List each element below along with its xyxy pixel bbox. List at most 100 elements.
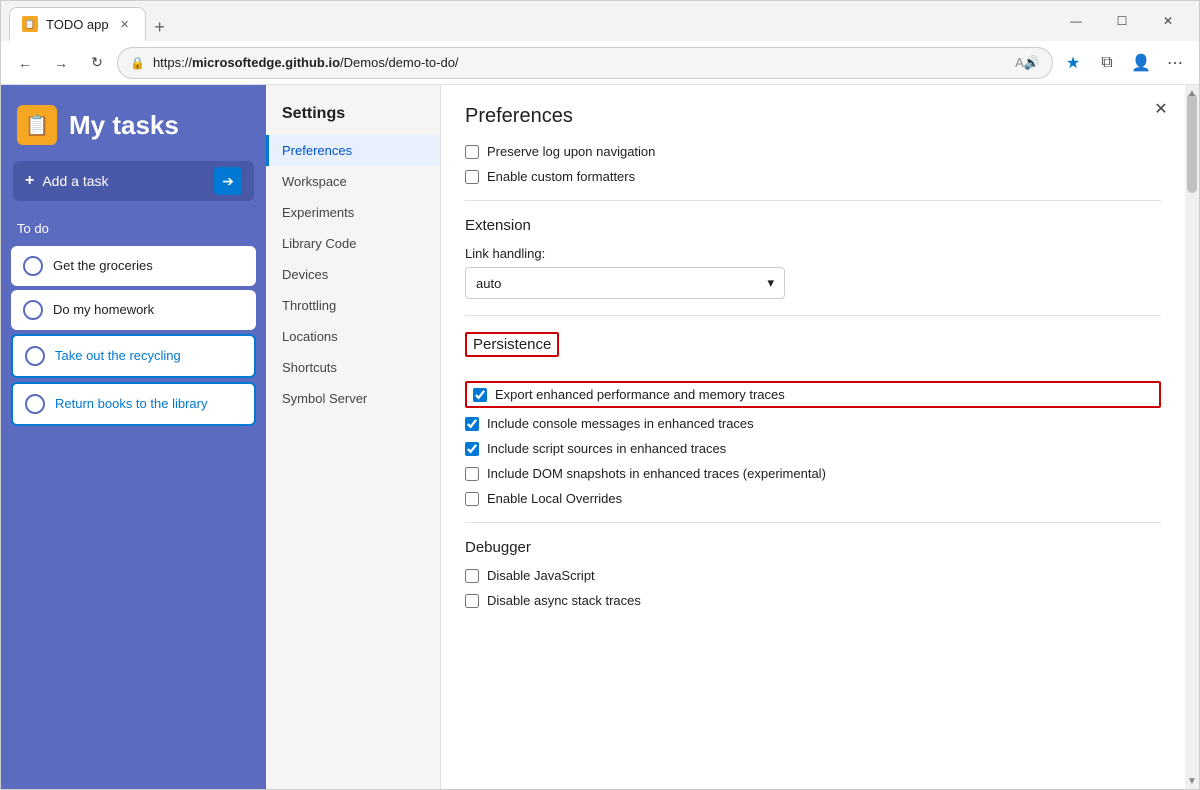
task-checkbox[interactable] [23, 300, 43, 320]
settings-content: ✕ Preferences Preserve log upon navigati… [441, 85, 1185, 789]
settings-item-experiments[interactable]: Experiments [266, 197, 440, 228]
active-tab[interactable]: 📋 TODO app ✕ [9, 7, 146, 41]
todo-header: 📋 My tasks [1, 85, 266, 161]
main-content: 📋 My tasks + Add a task ➔ To do Get the … [1, 85, 1199, 789]
todo-app-title: My tasks [69, 110, 179, 141]
task-text: Return books to the library [55, 396, 207, 413]
settings-title: Settings [266, 97, 440, 135]
task-item[interactable]: Get the groceries [11, 246, 256, 286]
settings-item-preferences[interactable]: Preferences [266, 135, 440, 166]
title-bar: 📋 TODO app ✕ + — ☐ ✕ [1, 1, 1199, 41]
settings-sidebar: Settings Preferences Workspace Experimen… [266, 85, 441, 789]
disable-js-row: Disable JavaScript [465, 568, 1161, 583]
task-item[interactable]: Return books to the library [11, 382, 256, 426]
chevron-down-icon: ▾ [767, 275, 774, 291]
settings-item-workspace[interactable]: Workspace [266, 166, 440, 197]
new-tab-button[interactable]: + [146, 13, 174, 41]
disable-async-label: Disable async stack traces [487, 593, 641, 608]
scrollbar-thumb[interactable] [1187, 93, 1197, 193]
forward-button[interactable]: → [45, 47, 77, 79]
script-sources-label: Include script sources in enhanced trace… [487, 441, 726, 456]
tab-close-button[interactable]: ✕ [117, 16, 133, 32]
task-item[interactable]: Take out the recycling [11, 334, 256, 378]
devtools-panel: Settings Preferences Workspace Experimen… [266, 85, 1199, 789]
custom-formatters-label: Enable custom formatters [487, 169, 635, 184]
scroll-down-arrow[interactable]: ▼ [1185, 773, 1199, 789]
browser-window: 📋 TODO app ✕ + — ☐ ✕ ← → ↻ 🔒 https://mic… [0, 0, 1200, 790]
custom-formatters-checkbox[interactable] [465, 170, 479, 184]
preserve-log-row: Preserve log upon navigation [465, 144, 1161, 159]
task-list: Get the groceries Do my homework Take ou… [1, 244, 266, 428]
disable-async-checkbox[interactable] [465, 594, 479, 608]
scroll-up-arrow[interactable]: ▲ [1185, 85, 1199, 101]
console-messages-row: Include console messages in enhanced tra… [465, 416, 1161, 431]
maximize-button[interactable]: ☐ [1099, 5, 1145, 37]
section-divider-2 [465, 315, 1161, 316]
url-display: https://microsoftedge.github.io/Demos/de… [153, 55, 1007, 70]
refresh-button[interactable]: ↻ [81, 47, 113, 79]
script-sources-checkbox[interactable] [465, 442, 479, 456]
menu-button[interactable]: ⋯ [1159, 47, 1191, 79]
minimize-button[interactable]: — [1053, 5, 1099, 37]
settings-item-devices[interactable]: Devices [266, 259, 440, 290]
devtools-close-button[interactable]: ✕ [1149, 97, 1173, 121]
settings-item-symbol-server[interactable]: Symbol Server [266, 383, 440, 414]
add-task-arrow-button[interactable]: ➔ [214, 167, 242, 195]
window-controls: — ☐ ✕ [1053, 5, 1191, 37]
add-task-label: Add a task [42, 173, 206, 189]
add-task-bar[interactable]: + Add a task ➔ [13, 161, 254, 201]
tab-strip: 📋 TODO app ✕ + [9, 1, 1053, 41]
settings-item-throttling[interactable]: Throttling [266, 290, 440, 321]
todo-app-icon: 📋 [17, 105, 57, 145]
nav-right-buttons: ★ ⧉ 👤 ⋯ [1057, 47, 1191, 79]
disable-js-checkbox[interactable] [465, 569, 479, 583]
todo-sidebar: 📋 My tasks + Add a task ➔ To do Get the … [1, 85, 266, 789]
settings-item-library-code[interactable]: Library Code [266, 228, 440, 259]
link-handling-label: Link handling: [465, 246, 1161, 261]
back-button[interactable]: ← [9, 47, 41, 79]
persistence-heading: Persistence [465, 332, 559, 357]
debugger-heading: Debugger [465, 539, 1161, 556]
dom-snapshots-row: Include DOM snapshots in enhanced traces… [465, 466, 1161, 481]
console-messages-checkbox[interactable] [465, 417, 479, 431]
tab-title: TODO app [46, 17, 109, 32]
local-overrides-checkbox[interactable] [465, 492, 479, 506]
console-messages-label: Include console messages in enhanced tra… [487, 416, 754, 431]
disable-async-row: Disable async stack traces [465, 593, 1161, 608]
dom-snapshots-checkbox[interactable] [465, 467, 479, 481]
reader-mode-icon: A🔊 [1015, 55, 1040, 71]
task-checkbox[interactable] [25, 346, 45, 366]
settings-item-shortcuts[interactable]: Shortcuts [266, 352, 440, 383]
task-checkbox[interactable] [25, 394, 45, 414]
task-checkbox[interactable] [23, 256, 43, 276]
disable-js-label: Disable JavaScript [487, 568, 595, 583]
task-item[interactable]: Do my homework [11, 290, 256, 330]
local-overrides-label: Enable Local Overrides [487, 491, 622, 506]
preserve-log-checkbox[interactable] [465, 145, 479, 159]
tab-favicon: 📋 [22, 16, 38, 32]
section-divider [465, 200, 1161, 201]
task-text: Get the groceries [53, 258, 153, 275]
navigation-bar: ← → ↻ 🔒 https://microsoftedge.github.io/… [1, 41, 1199, 85]
export-traces-label: Export enhanced performance and memory t… [495, 387, 785, 402]
favorites-button[interactable]: ★ [1057, 47, 1089, 79]
local-overrides-row: Enable Local Overrides [465, 491, 1161, 506]
add-task-plus-icon: + [25, 172, 34, 190]
address-bar[interactable]: 🔒 https://microsoftedge.github.io/Demos/… [117, 47, 1053, 79]
export-traces-row: Export enhanced performance and memory t… [465, 381, 1161, 408]
settings-item-locations[interactable]: Locations [266, 321, 440, 352]
script-sources-row: Include script sources in enhanced trace… [465, 441, 1161, 456]
preferences-title: Preferences [465, 105, 1161, 128]
link-handling-dropdown[interactable]: auto ▾ [465, 267, 785, 299]
collections-button[interactable]: ⧉ [1091, 47, 1123, 79]
export-traces-checkbox[interactable] [473, 388, 487, 402]
task-text: Take out the recycling [55, 348, 181, 365]
task-text: Do my homework [53, 302, 154, 319]
section-divider-3 [465, 522, 1161, 523]
dom-snapshots-label: Include DOM snapshots in enhanced traces… [487, 466, 826, 481]
custom-formatters-row: Enable custom formatters [465, 169, 1161, 184]
profile-button[interactable]: 👤 [1125, 47, 1157, 79]
close-button[interactable]: ✕ [1145, 5, 1191, 37]
scrollbar[interactable]: ▲ ▼ [1185, 85, 1199, 789]
preserve-log-label: Preserve log upon navigation [487, 144, 655, 159]
